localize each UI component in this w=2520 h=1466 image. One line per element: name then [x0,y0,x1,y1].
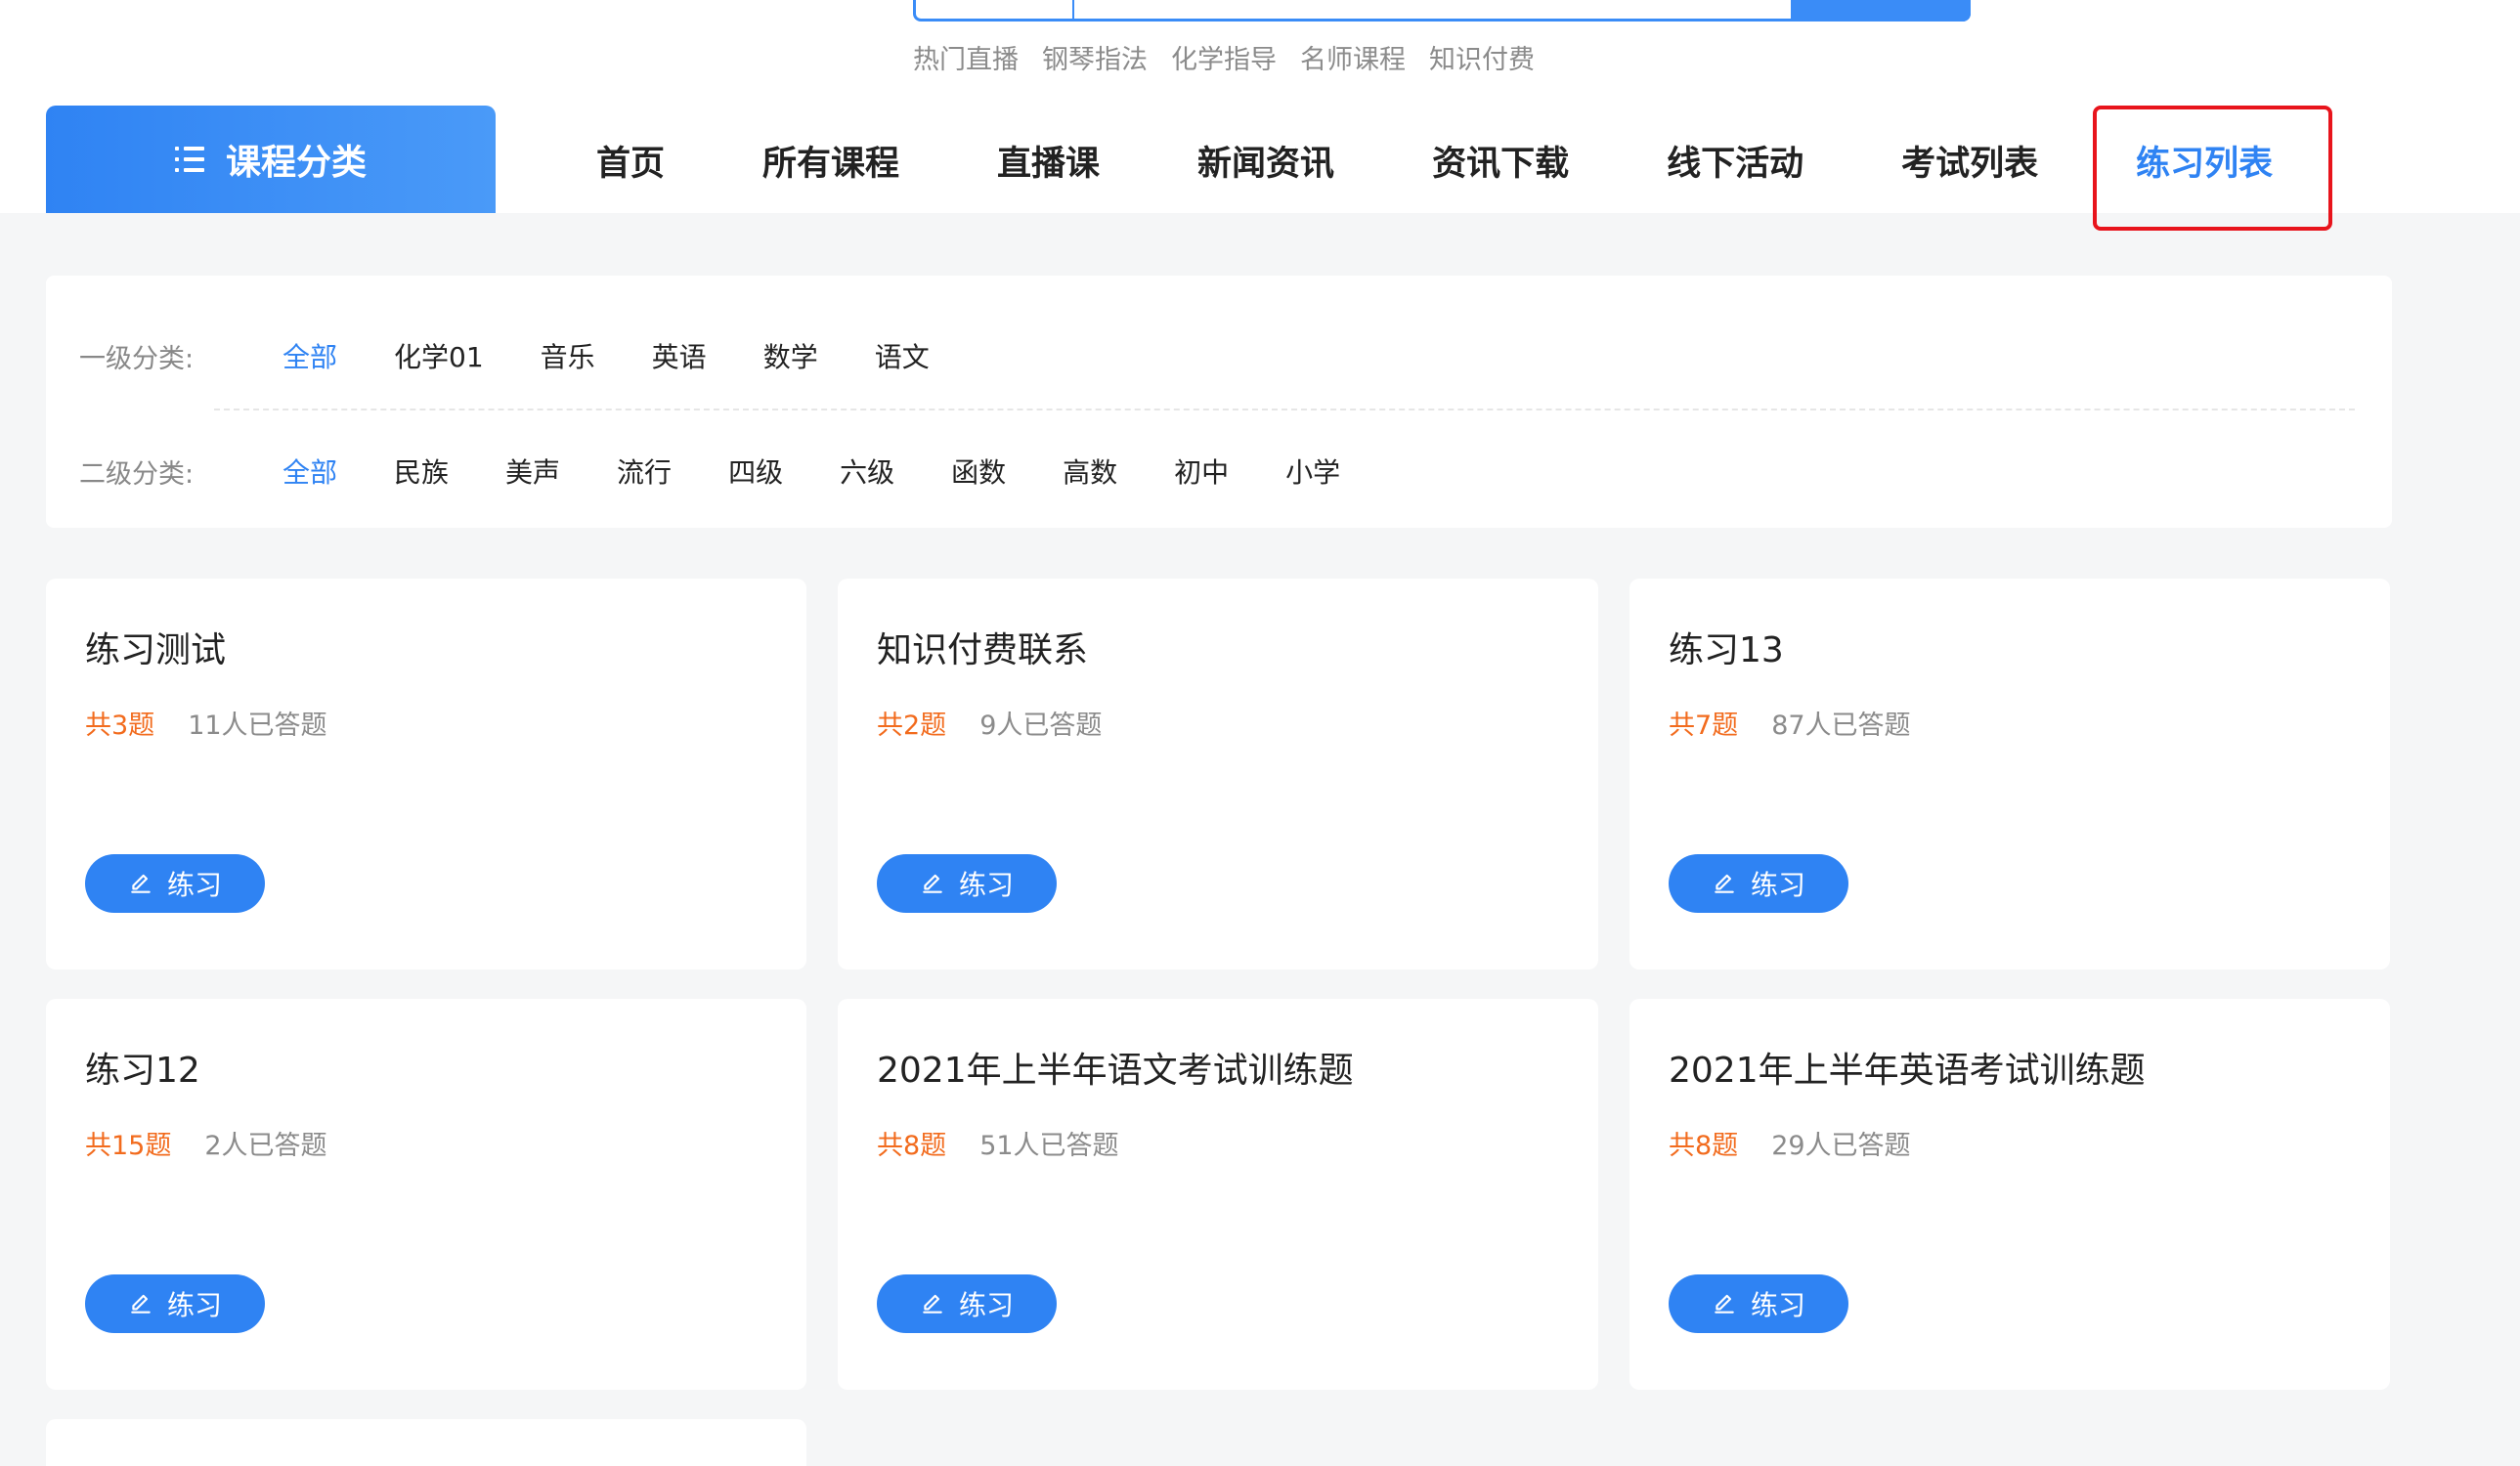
nav-item-live[interactable]: 直播课 [948,106,1149,213]
card-meta: 共3题 11人已答题 [85,704,327,742]
practice-button[interactable]: 练习 [85,854,265,913]
question-count: 共8题 [1669,1131,1739,1161]
question-count: 共3题 [85,711,155,741]
filter-option[interactable]: 英语 [652,336,707,375]
search-select-divider [1072,0,1074,20]
filter-option[interactable]: 数学 [763,336,818,375]
practice-card-partial[interactable] [46,1419,806,1466]
practice-card-grid: 练习测试 共3题 11人已答题 练习 知识付费联系 共2题 9人已答题 练习 练… [46,579,2392,1466]
card-title[interactable]: 练习12 [85,1042,200,1093]
edit-icon [1715,874,1734,893]
filter-option[interactable]: 高数 [1063,452,1117,491]
filter-label: 一级分类: [79,343,195,374]
nav-item-practice-list[interactable]: 练习列表 [2087,106,2322,213]
filter-divider [214,409,2355,410]
nav-item-offline-events[interactable]: 线下活动 [1618,106,1852,213]
edit-icon [131,874,151,893]
practice-card[interactable]: 练习测试 共3题 11人已答题 练习 [46,579,806,970]
filter-row-level2: 二级分类: 全部 民族 美声 流行 四级 六级 函数 高数 初中 小学 [79,442,1397,500]
card-meta: 共7题 87人已答题 [1669,704,1911,742]
filter-option[interactable]: 语文 [875,336,930,375]
filter-option[interactable]: 全部 [282,452,337,491]
filter-option[interactable]: 全部 [282,336,337,375]
card-meta: 共15题 2人已答题 [85,1124,327,1162]
filter-panel: 一级分类: 全部 化学01 音乐 英语 数学 语文 二级分类: 全部 民族 美声… [46,276,2392,528]
filter-option[interactable]: 六级 [840,452,894,491]
card-title[interactable]: 练习测试 [85,622,226,672]
filter-option[interactable]: 化学01 [394,336,484,375]
edit-icon [131,1294,151,1314]
site-header: 热门直播 钢琴指法 化学指导 名师课程 知识付费 课程分类 首页 所有课程 直播… [0,0,2520,231]
nav-item-exam-list[interactable]: 考试列表 [1852,106,2087,213]
practice-button-label: 练习 [166,869,222,901]
practice-card[interactable]: 练习13 共7题 87人已答题 练习 [1629,579,2390,970]
nav-item-home[interactable]: 首页 [547,106,714,213]
filter-option[interactable]: 民族 [394,452,449,491]
answered-count: 87人已答题 [1771,711,1911,741]
card-title[interactable]: 知识付费联系 [877,622,1088,672]
question-count: 共15题 [85,1131,172,1161]
card-title[interactable]: 2021年上半年英语考试训练题 [1669,1042,2146,1093]
answered-count: 51人已答题 [979,1131,1119,1161]
practice-button-label: 练习 [1750,1289,1805,1321]
hot-link[interactable]: 名师课程 [1300,38,1406,76]
answered-count: 2人已答题 [204,1131,327,1161]
practice-card[interactable]: 知识付费联系 共2题 9人已答题 练习 [838,579,1598,970]
nav-item-all-courses[interactable]: 所有课程 [714,106,948,213]
hot-search-links: 热门直播 钢琴指法 化学指导 名师课程 知识付费 [913,38,1535,76]
card-meta: 共8题 29人已答题 [1669,1124,1911,1162]
list-icon [174,147,204,172]
hot-link[interactable]: 热门直播 [913,38,1019,76]
filter-option[interactable]: 流行 [617,452,672,491]
course-category-label: 课程分类 [225,143,367,183]
search-button[interactable] [1791,0,1971,22]
card-title[interactable]: 练习13 [1669,622,1784,672]
practice-button[interactable]: 练习 [877,854,1057,913]
nav-item-news[interactable]: 新闻资讯 [1149,106,1383,213]
answered-count: 9人已答题 [979,711,1103,741]
practice-card[interactable]: 练习12 共15题 2人已答题 练习 [46,999,806,1390]
answered-count: 11人已答题 [188,711,327,741]
edit-icon [1715,1294,1734,1314]
question-count: 共7题 [1669,711,1739,741]
filter-option[interactable]: 四级 [728,452,783,491]
practice-button[interactable]: 练习 [1669,1274,1848,1333]
nav-item-downloads[interactable]: 资讯下载 [1383,106,1618,213]
practice-card[interactable]: 2021年上半年语文考试训练题 共8题 51人已答题 练习 [838,999,1598,1390]
course-category-button[interactable]: 课程分类 [46,106,496,213]
filter-option[interactable]: 小学 [1285,452,1340,491]
edit-icon [923,874,942,893]
answered-count: 29人已答题 [1771,1131,1911,1161]
question-count: 共2题 [877,711,947,741]
filter-option[interactable]: 函数 [951,452,1006,491]
hot-link[interactable]: 钢琴指法 [1042,38,1148,76]
filter-label: 二级分类: [79,458,195,490]
filter-option[interactable]: 初中 [1174,452,1229,491]
hot-link[interactable]: 知识付费 [1429,38,1535,76]
main-nav: 首页 所有课程 直播课 新闻资讯 资讯下载 线下活动 考试列表 练习列表 [547,106,2322,213]
question-count: 共8题 [877,1131,947,1161]
practice-button[interactable]: 练习 [877,1274,1057,1333]
filter-options: 全部 化学01 音乐 英语 数学 语文 [282,336,986,375]
filter-row-level1: 一级分类: 全部 化学01 音乐 英语 数学 语文 [79,326,986,385]
practice-button-label: 练习 [958,869,1014,901]
practice-button[interactable]: 练习 [85,1274,265,1333]
card-meta: 共2题 9人已答题 [877,704,1102,742]
search-box[interactable] [913,0,1971,22]
practice-button-label: 练习 [166,1289,222,1321]
practice-button-label: 练习 [958,1289,1014,1321]
filter-option[interactable]: 音乐 [541,336,595,375]
practice-button[interactable]: 练习 [1669,854,1848,913]
practice-card[interactable]: 2021年上半年英语考试训练题 共8题 29人已答题 练习 [1629,999,2390,1390]
practice-button-label: 练习 [1750,869,1805,901]
card-title[interactable]: 2021年上半年语文考试训练题 [877,1042,1354,1093]
card-meta: 共8题 51人已答题 [877,1124,1119,1162]
hot-link[interactable]: 化学指导 [1171,38,1277,76]
edit-icon [923,1294,942,1314]
filter-options: 全部 民族 美声 流行 四级 六级 函数 高数 初中 小学 [282,452,1397,491]
filter-option[interactable]: 美声 [505,452,560,491]
